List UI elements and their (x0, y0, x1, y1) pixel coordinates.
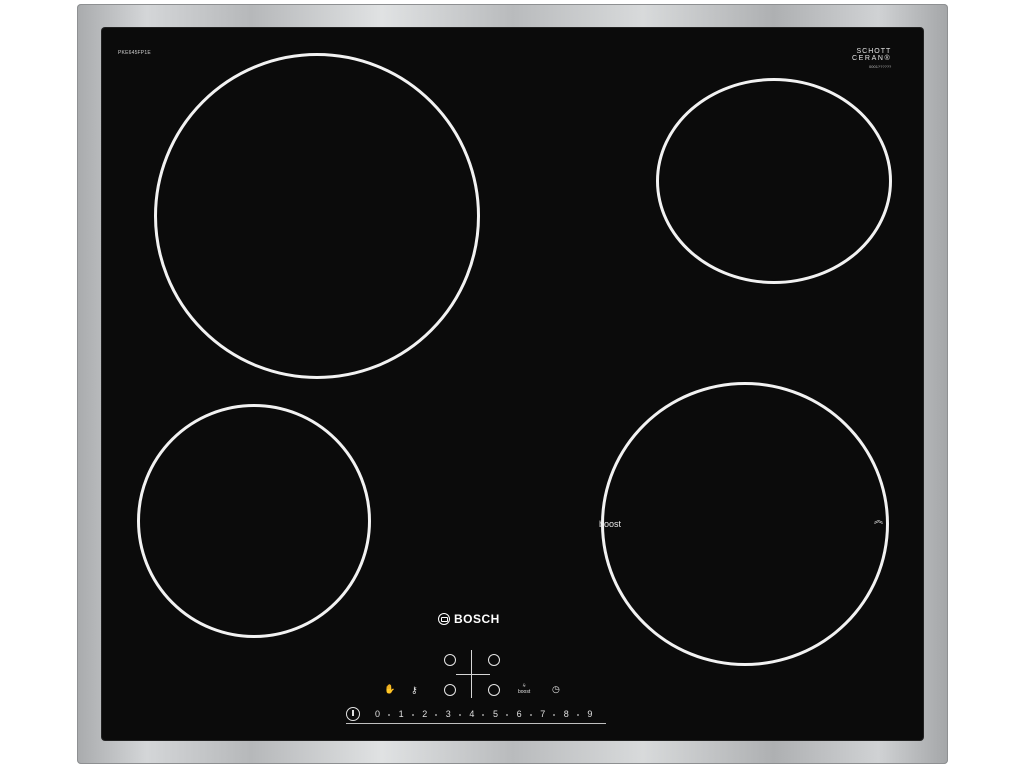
power-scale-dot (529, 714, 532, 716)
hand-icon[interactable]: ✋ (384, 685, 395, 694)
boost-button[interactable]: ⩯ boost (518, 683, 530, 695)
zone-extension-icon: ︽ (874, 515, 884, 525)
power-level-4[interactable]: 4 (469, 709, 474, 719)
cooking-zone-front-left-small (137, 404, 371, 638)
bosch-text: BOSCH (454, 612, 500, 626)
ceran-subtext: 0001?????? (869, 64, 892, 69)
power-level-2[interactable]: 2 (422, 709, 427, 719)
power-level-3[interactable]: 3 (446, 709, 451, 719)
power-scale-dot (435, 714, 438, 716)
cooking-zone-rear-right-small (656, 78, 892, 284)
zone-selector-grid (436, 648, 508, 700)
boost-button-label: boost (518, 689, 531, 695)
timer-icon[interactable]: ◷ (552, 685, 560, 694)
select-front-left-zone-button[interactable] (444, 684, 456, 696)
key-icon[interactable]: ⚷ (411, 686, 418, 695)
schott-text: SCHOTT (856, 48, 892, 55)
power-scale-dot (553, 714, 556, 716)
power-icon[interactable] (346, 707, 360, 721)
power-level-0[interactable]: 0 (375, 709, 380, 719)
select-front-right-zone-button[interactable] (488, 684, 500, 696)
power-level-5[interactable]: 5 (493, 709, 498, 719)
bosch-armature-icon (438, 613, 450, 625)
schott-ceran-logo: SCHOTT CERAN® 0001?????? (852, 48, 891, 69)
power-level-7[interactable]: 7 (540, 709, 545, 719)
zone-boost-label: boost (599, 519, 622, 529)
power-level-9[interactable]: 9 (587, 709, 592, 719)
power-level-8[interactable]: 8 (564, 709, 569, 719)
select-rear-right-zone-button[interactable] (488, 654, 500, 666)
power-scale-dot (506, 714, 508, 716)
power-scale-dot (411, 714, 414, 716)
slider-track (346, 723, 606, 724)
power-level-slider[interactable]: 0 1 2 3 4 5 6 7 8 9 (346, 706, 606, 724)
model-number: PKE645FP1E (118, 50, 151, 56)
select-rear-left-zone-button[interactable] (444, 654, 456, 666)
power-level-1[interactable]: 1 (399, 709, 404, 719)
cooking-zone-front-left-large (154, 53, 480, 379)
bosch-logo: BOSCH (438, 612, 500, 626)
power-scale-dot (388, 714, 390, 716)
cooking-zone-front-right (601, 382, 889, 666)
power-scale-dot (576, 714, 579, 716)
power-scale-dot (482, 714, 485, 716)
power-level-6[interactable]: 6 (517, 709, 522, 719)
power-scale-dot (458, 714, 461, 716)
ceran-text: CERAN® (852, 55, 892, 62)
selector-divider-horizontal (456, 674, 490, 675)
